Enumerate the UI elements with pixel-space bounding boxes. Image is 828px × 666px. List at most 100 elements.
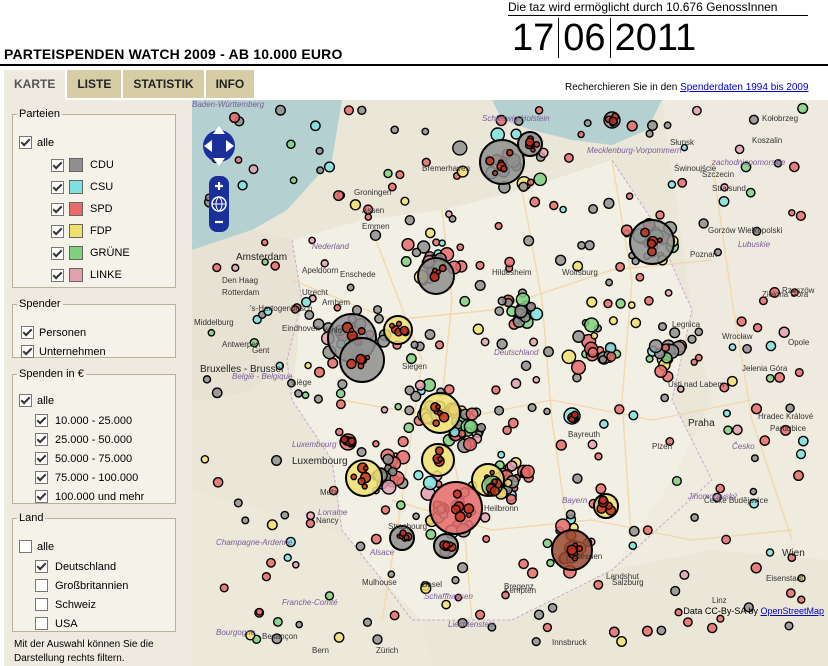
donation-bubble[interactable]	[438, 239, 446, 247]
donation-bubble[interactable]	[549, 200, 559, 211]
donation-bubble[interactable]	[570, 359, 587, 375]
donation-bubble[interactable]	[313, 366, 326, 378]
donation-bubble[interactable]	[390, 125, 399, 135]
donation-bubble[interactable]	[413, 470, 424, 481]
spenden-checkbox-4[interactable]	[35, 471, 48, 484]
donation-bubble[interactable]	[404, 405, 415, 416]
spenderdaten-link[interactable]: Spenderdaten 1994 bis 2009	[680, 82, 808, 93]
donation-bubble[interactable]	[374, 313, 384, 324]
donation-bubble[interactable]	[437, 456, 444, 463]
donation-bubble[interactable]	[561, 349, 577, 365]
donation-bubble[interactable]	[531, 636, 541, 647]
donation-bubble[interactable]	[520, 360, 532, 372]
donation-bubble[interactable]	[718, 195, 730, 207]
party-row-csu[interactable]: CSU	[51, 180, 113, 194]
tab-karte[interactable]: KARTE	[4, 70, 66, 100]
donation-bubble[interactable]	[260, 238, 269, 247]
donation-bubble[interactable]	[505, 493, 517, 505]
donation-bubble[interactable]	[219, 583, 229, 593]
donation-bubble[interactable]	[785, 403, 795, 413]
donation-bubble[interactable]	[625, 192, 634, 201]
party-checkbox-cdu[interactable]	[51, 158, 64, 172]
donation-bubble[interactable]	[593, 579, 604, 590]
donation-bubble[interactable]	[212, 263, 222, 273]
donation-bubble[interactable]	[616, 636, 628, 647]
donation-bubble[interactable]	[627, 301, 636, 309]
donation-bubble[interactable]	[404, 385, 415, 396]
donation-bubble[interactable]	[716, 614, 725, 623]
donation-bubble[interactable]	[663, 121, 672, 130]
donation-bubble[interactable]	[411, 247, 422, 258]
donation-bubble[interactable]	[795, 210, 807, 222]
donation-bubble[interactable]	[346, 358, 357, 370]
spenden-row-2[interactable]: 25.000 - 50.000	[35, 433, 132, 446]
donation-bubble[interactable]	[615, 298, 626, 309]
donation-bubble[interactable]	[587, 347, 599, 358]
donation-bubble[interactable]	[648, 339, 663, 354]
donation-bubble[interactable]	[491, 478, 499, 485]
donation-bubble[interactable]	[327, 357, 339, 369]
donation-bubble[interactable]	[456, 243, 465, 252]
donation-bubble[interactable]	[422, 475, 438, 491]
donation-bubble[interactable]	[572, 473, 583, 484]
donation-bubble[interactable]	[584, 240, 595, 251]
donation-bubble[interactable]	[647, 246, 657, 257]
donation-bubble[interactable]	[506, 460, 518, 472]
donation-bubble[interactable]	[726, 375, 738, 387]
donation-bubble[interactable]	[388, 322, 396, 329]
land-row-grossbritannien[interactable]: Großbritannien	[35, 579, 128, 592]
donation-bubble[interactable]	[343, 105, 354, 116]
donation-bubble[interactable]	[565, 509, 576, 520]
donation-bubble[interactable]	[750, 454, 759, 463]
spender-row-unternehmen[interactable]: Unternehmen	[21, 345, 106, 358]
donation-bubble[interactable]	[595, 483, 607, 495]
donation-bubble[interactable]	[346, 283, 355, 292]
donation-bubble[interactable]	[526, 301, 537, 312]
donation-bubble[interactable]	[734, 144, 745, 155]
donation-bubble[interactable]	[231, 263, 240, 272]
donation-bubble[interactable]	[497, 450, 506, 459]
donation-bubble[interactable]	[389, 610, 400, 621]
donation-bubble[interactable]	[421, 127, 430, 136]
donation-bubble[interactable]	[442, 541, 451, 550]
donation-bubble[interactable]	[357, 105, 367, 115]
donation-bubble[interactable]	[774, 372, 785, 383]
donation-bubble[interactable]	[400, 196, 410, 206]
donation-bubble[interactable]	[316, 166, 325, 175]
spender-row-personen[interactable]: Personen	[21, 326, 86, 339]
donation-bubble[interactable]	[357, 327, 366, 336]
donation-bubble[interactable]	[451, 576, 460, 585]
donation-bubble[interactable]	[424, 329, 436, 340]
donation-bubble[interactable]	[572, 330, 586, 344]
donation-bubble[interactable]	[395, 500, 406, 510]
donation-bubble[interactable]	[266, 519, 278, 531]
pan-up-icon[interactable]	[213, 126, 225, 134]
donation-bubble[interactable]	[641, 625, 653, 637]
donation-bubble[interactable]	[527, 403, 537, 413]
donation-bubble[interactable]	[506, 148, 514, 157]
donation-bubble[interactable]	[507, 417, 519, 429]
donation-bubble[interactable]	[577, 240, 586, 250]
donation-bubble[interactable]	[691, 105, 702, 116]
land-checkbox-deutschland[interactable]	[35, 560, 48, 573]
donation-bubble[interactable]	[403, 422, 415, 434]
donation-bubble[interactable]	[594, 452, 603, 461]
donation-bubble[interactable]	[603, 197, 615, 210]
donation-bubble[interactable]	[362, 465, 369, 472]
donation-bubble[interactable]	[333, 632, 345, 643]
spenden-checkbox-5[interactable]	[35, 490, 48, 503]
donation-bubble[interactable]	[608, 626, 620, 638]
donation-bubble[interactable]	[677, 177, 688, 188]
land-row-schweiz[interactable]: Schweiz	[35, 598, 96, 611]
tab-info[interactable]: INFO	[205, 70, 255, 98]
donation-bubble[interactable]	[323, 161, 336, 173]
donation-bubble[interactable]	[355, 541, 366, 552]
donation-bubble[interactable]	[555, 439, 567, 451]
donation-bubble[interactable]	[723, 425, 733, 435]
donation-bubble[interactable]	[404, 215, 415, 226]
donation-bubble[interactable]	[635, 272, 645, 282]
donation-bubble[interactable]	[546, 558, 555, 568]
donation-bubble[interactable]	[728, 343, 737, 352]
donation-bubble[interactable]	[387, 570, 396, 579]
donation-bubble[interactable]	[518, 181, 529, 192]
